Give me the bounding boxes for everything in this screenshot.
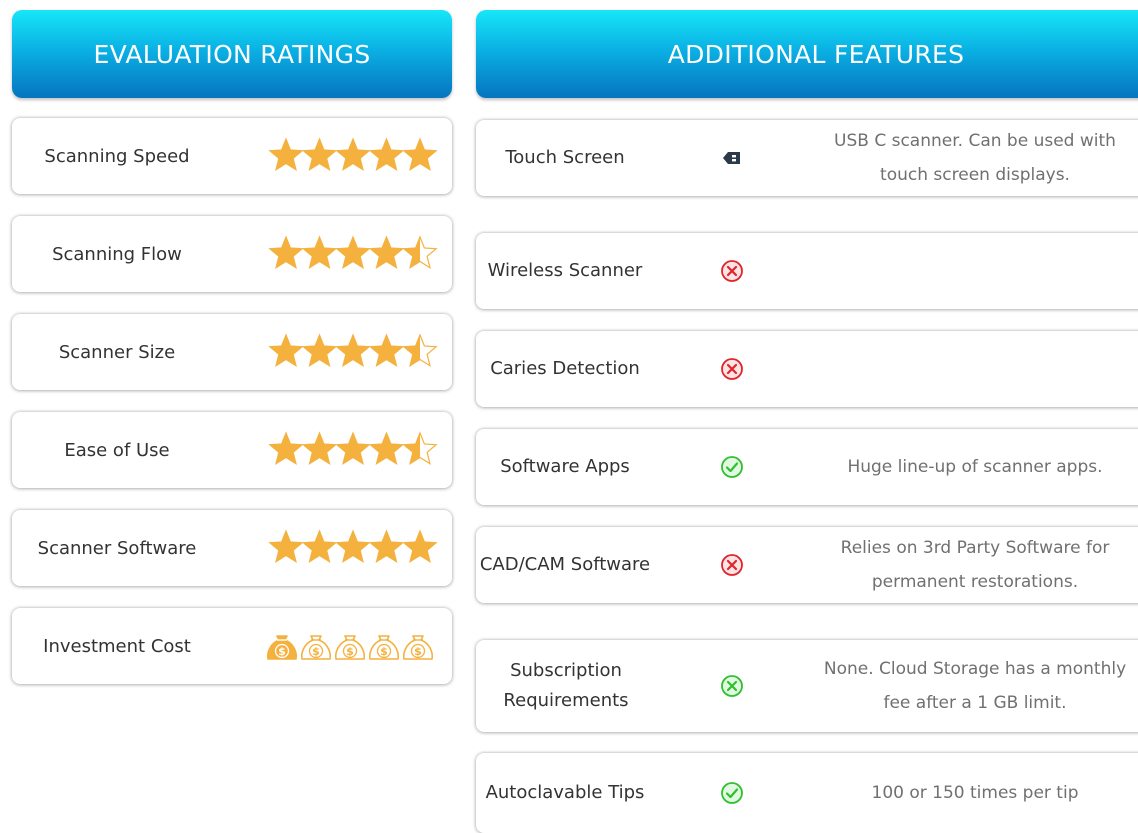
rating-card: Scanner Software	[12, 510, 452, 586]
star-filled-icon	[268, 431, 304, 466]
green-check-circle-icon	[720, 781, 744, 805]
star-filled-icon	[335, 529, 371, 564]
star-filled-icon	[368, 529, 405, 564]
feature-label: Caries Detection	[490, 358, 640, 379]
money-bag-rating: $ $ $ $ $	[266, 624, 442, 668]
svg-text:$: $	[414, 645, 422, 658]
feature-card: Autoclavable Tips 100 or 150 times per t…	[476, 753, 1138, 833]
star-filled-icon	[268, 235, 304, 270]
svg-text:$: $	[346, 645, 354, 658]
rating-card: Scanner Size	[12, 314, 452, 390]
rating-label: Scanner Software	[37, 537, 197, 559]
star-filled-icon	[368, 431, 405, 466]
green-check-circle-icon	[720, 455, 744, 479]
rating-label: Scanning Flow	[52, 243, 182, 265]
star-half-icon	[402, 235, 438, 270]
star-rating	[266, 232, 442, 276]
rating-label: Investment Cost	[43, 635, 191, 657]
star-rating	[266, 526, 442, 570]
rating-label: Scanner Size	[58, 341, 176, 363]
star-rating	[266, 428, 442, 472]
red-x-circle-icon	[720, 553, 744, 577]
feature-label: Software Apps	[500, 456, 630, 477]
evaluation-ratings-header: EVALUATION RATINGS	[12, 10, 452, 98]
rating-card: Ease of Use	[12, 412, 452, 488]
star-filled-icon	[301, 137, 338, 172]
star-filled-icon	[268, 137, 304, 172]
rating-card: Scanning Flow	[12, 216, 452, 292]
green-x-circle-icon	[720, 674, 744, 698]
feature-label: Subscription Requirements	[503, 660, 629, 711]
feature-note: Huge line-up of scanner apps.	[847, 457, 1103, 477]
star-rating	[266, 330, 442, 374]
feature-card: Touch Screen USB C scanner. Can be used …	[476, 120, 1138, 196]
star-filled-icon	[301, 529, 338, 564]
rating-label: Scanning Speed	[44, 145, 190, 167]
star-filled-icon	[368, 235, 405, 270]
star-filled-icon	[301, 235, 338, 270]
star-filled-icon	[368, 137, 405, 172]
feature-label: Wireless Scanner	[487, 260, 643, 281]
feature-card: Software Apps Huge line-up of scanner ap…	[476, 429, 1138, 505]
feature-card: Subscription Requirements None. Cloud St…	[476, 640, 1138, 732]
star-filled-icon	[268, 333, 304, 368]
star-filled-icon	[402, 529, 438, 564]
feature-label: Autoclavable Tips	[485, 782, 645, 803]
red-x-circle-icon	[720, 357, 744, 381]
star-filled-icon	[335, 431, 371, 466]
usb-icon	[720, 146, 744, 170]
star-half-icon	[402, 431, 438, 466]
svg-text:$: $	[278, 645, 286, 658]
star-filled-icon	[301, 333, 338, 368]
feature-note: USB C scanner. Can be used with touch sc…	[834, 131, 1116, 185]
star-half-icon	[402, 333, 438, 368]
star-filled-icon	[335, 235, 371, 270]
money-bag-outline-icon: $	[402, 635, 434, 660]
additional-features-header: ADDITIONAL FEATURES	[476, 10, 1138, 98]
star-filled-icon	[301, 431, 338, 466]
feature-note: None. Cloud Storage has a monthly fee af…	[823, 659, 1127, 713]
rating-card: Scanning Speed	[12, 118, 452, 194]
svg-text:$: $	[380, 645, 388, 658]
star-filled-icon	[268, 529, 304, 564]
feature-label: CAD/CAM Software	[479, 554, 651, 575]
money-bag-filled-icon: $	[266, 635, 298, 660]
feature-note	[810, 331, 1138, 407]
money-bag-outline-icon: $	[334, 635, 366, 660]
feature-note: Relies on 3rd Party Software for permane…	[840, 538, 1110, 592]
rating-label: Ease of Use	[64, 439, 170, 461]
red-x-circle-icon	[720, 259, 744, 283]
money-bag-outline-icon: $	[368, 635, 400, 660]
star-filled-icon	[368, 333, 405, 368]
feature-label: Touch Screen	[505, 147, 625, 168]
star-filled-icon	[335, 137, 371, 172]
money-bag-outline-icon: $	[300, 635, 332, 660]
rating-card: Investment Cost $ $ $ $ $	[12, 608, 452, 684]
star-rating	[266, 134, 442, 178]
feature-card: Wireless Scanner	[476, 233, 1138, 309]
star-filled-icon	[335, 333, 371, 368]
feature-card: Caries Detection	[476, 331, 1138, 407]
star-filled-icon	[402, 137, 438, 172]
svg-text:$: $	[312, 645, 320, 658]
feature-card: CAD/CAM Software Relies on 3rd Party Sof…	[476, 527, 1138, 603]
feature-note	[810, 233, 1138, 309]
feature-note: 100 or 150 times per tip	[871, 783, 1079, 803]
